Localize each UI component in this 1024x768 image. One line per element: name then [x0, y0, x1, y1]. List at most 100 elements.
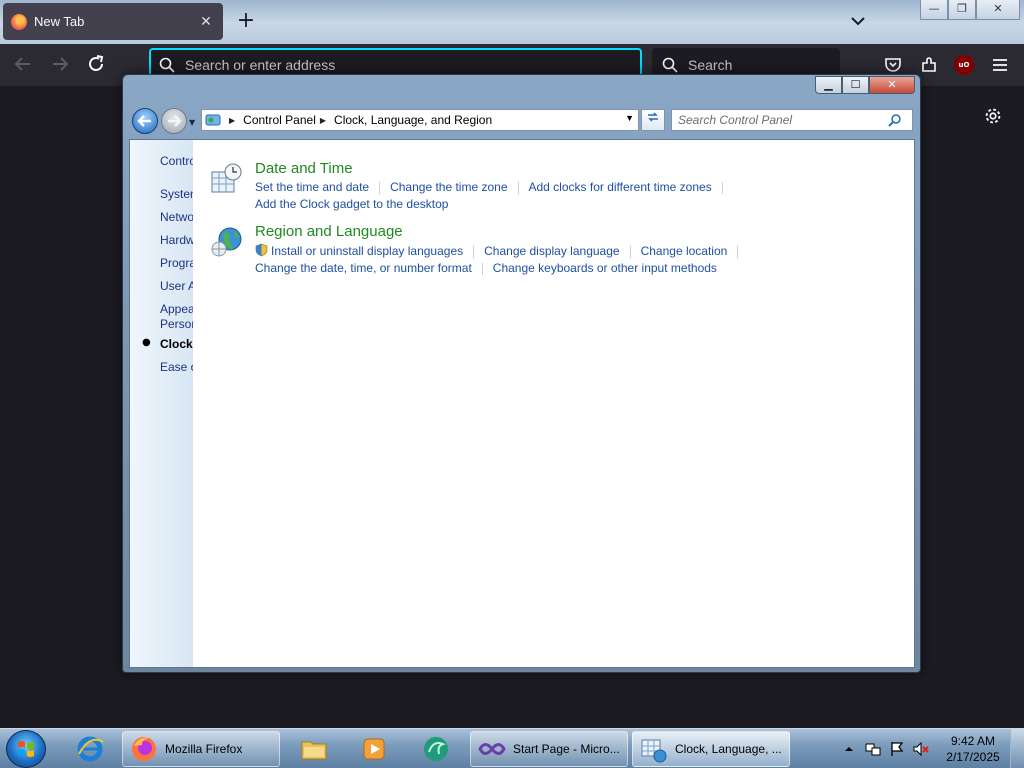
extensions-icon[interactable]	[919, 55, 939, 75]
active-bullet-icon: ●	[142, 337, 151, 348]
link-set-time-date[interactable]: Set the time and date	[255, 180, 369, 194]
link-change-keyboards[interactable]: Change keyboards or other input methods	[493, 261, 717, 275]
taskbar-app-green[interactable]	[410, 731, 462, 767]
clock-language-region-icon	[641, 739, 667, 763]
link-change-time-zone[interactable]: Change the time zone	[390, 180, 507, 194]
control-panel-content: Contro Systen Netwo Hardw Progra User A …	[129, 139, 915, 668]
sidebar-item-hardware[interactable]: Hardw	[160, 233, 193, 248]
taskbar-media-player[interactable]	[350, 731, 398, 767]
visual-studio-icon	[478, 743, 506, 755]
volume-muted-icon[interactable]	[912, 740, 930, 758]
arrow-left-icon	[137, 115, 151, 127]
start-button[interactable]	[6, 730, 46, 768]
media-player-icon	[363, 738, 385, 760]
chevron-down-icon	[851, 17, 865, 26]
task-label: Start Page - Micro...	[513, 742, 620, 756]
ublock-origin-icon[interactable]: uO	[954, 55, 974, 75]
reload-icon	[89, 55, 104, 71]
task-label: Clock, Language, ...	[675, 742, 782, 756]
sidebar: Contro Systen Netwo Hardw Progra User A …	[130, 140, 193, 667]
new-tab-button[interactable]: +	[234, 8, 258, 36]
action-center-flag-icon[interactable]	[888, 740, 906, 758]
uac-shield-icon	[255, 243, 268, 257]
internet-explorer-icon	[77, 736, 104, 762]
link-add-clocks[interactable]: Add clocks for different time zones	[529, 180, 712, 194]
recent-pages-chevron-icon[interactable]: ▼	[189, 118, 197, 127]
breadcrumb-separator-icon: ▶	[229, 115, 236, 125]
back-button[interactable]	[10, 53, 36, 77]
sidebar-item-ease-of-access[interactable]: Ease o	[160, 360, 193, 375]
link-install-display-languages[interactable]: Install or uninstall display languages	[271, 244, 463, 258]
forward-button[interactable]	[161, 108, 187, 134]
newtab-settings-gear-icon[interactable]	[982, 105, 1004, 127]
breadcrumb-separator-icon: ▶	[319, 115, 327, 125]
link-row: Add the Clock gadget to the desktop	[255, 197, 448, 211]
link-row: Change the date, time, or number format C…	[255, 261, 717, 275]
address-dropdown-icon[interactable]: ▼	[625, 113, 634, 123]
search-icon[interactable]	[888, 113, 902, 127]
taskbar-clock[interactable]: 9:42 AM 2/17/2025	[940, 733, 1006, 765]
breadcrumb-control-panel[interactable]: Control Panel	[243, 113, 316, 127]
category-title[interactable]: Date and Time	[255, 160, 353, 177]
search-icon	[662, 57, 678, 73]
list-all-tabs-button[interactable]	[848, 10, 868, 32]
sidebar-item-network[interactable]: Netwo	[160, 210, 193, 225]
hamburger-menu-icon[interactable]	[990, 55, 1010, 75]
refresh-icon	[648, 112, 658, 122]
minimize-button[interactable]: —	[920, 0, 948, 20]
close-window-button[interactable]: ✕	[976, 0, 1020, 20]
sidebar-item-appearance[interactable]: Appea	[160, 302, 193, 317]
browser-tab[interactable]: New Tab ✕	[3, 3, 223, 40]
sidebar-item-clock-language-region[interactable]: Clock,	[160, 337, 193, 352]
taskbar-file-explorer[interactable]	[290, 731, 338, 767]
control-panel-search-input[interactable]	[678, 113, 888, 127]
address-bar[interactable]: ▶ Control Panel ▶ Clock, Language, and R…	[201, 109, 639, 131]
windows-logo-icon	[18, 741, 34, 757]
link-row: Set the time and date Change the time zon…	[255, 180, 733, 194]
link-change-date-time-number-format[interactable]: Change the date, time, or number format	[255, 261, 472, 275]
restore-button[interactable]: ❐	[948, 0, 976, 20]
close-window-button[interactable]: ✕	[869, 76, 915, 94]
refresh-button[interactable]	[641, 109, 665, 131]
folder-icon	[301, 741, 327, 760]
maximize-button[interactable]: ☐	[842, 76, 869, 94]
minimize-button[interactable]: ▁	[815, 76, 842, 94]
arrow-right-icon	[168, 115, 182, 127]
tab-title: New Tab	[34, 14, 85, 29]
show-desktop-button[interactable]	[1010, 729, 1024, 768]
show-hidden-icons-icon[interactable]	[840, 740, 858, 758]
sidebar-item-programs[interactable]: Progra	[160, 256, 193, 271]
clock-date: 2/17/2025	[946, 750, 1000, 764]
reload-button[interactable]	[83, 53, 109, 77]
url-input[interactable]	[185, 57, 585, 73]
back-button[interactable]	[132, 108, 158, 134]
sidebar-item-control-panel-home[interactable]: Contro	[160, 154, 193, 169]
forward-button[interactable]	[47, 53, 73, 77]
control-panel-search[interactable]	[671, 109, 913, 131]
sidebar-item-user-accounts[interactable]: User A	[160, 279, 193, 294]
pocket-icon[interactable]	[883, 55, 903, 75]
breadcrumb-current[interactable]: Clock, Language, and Region	[334, 113, 492, 127]
browser-window-controls: — ❐ ✕	[920, 0, 1020, 20]
link-add-clock-gadget[interactable]: Add the Clock gadget to the desktop	[255, 197, 448, 211]
link-divider	[737, 245, 739, 258]
arrow-right-icon	[53, 57, 69, 71]
browser-search-input[interactable]	[688, 57, 838, 73]
link-divider	[481, 262, 483, 275]
taskbar: Mozilla Firefox Start Page - Micro... Cl…	[0, 728, 1024, 768]
taskbar-firefox[interactable]: Mozilla Firefox	[122, 731, 280, 767]
sidebar-item-personalization[interactable]: Person	[160, 317, 193, 332]
link-divider	[379, 181, 381, 194]
close-tab-icon[interactable]: ✕	[197, 14, 215, 30]
link-change-display-language[interactable]: Change display language	[484, 244, 619, 258]
sidebar-item-system-security[interactable]: Systen	[160, 187, 193, 202]
link-change-location[interactable]: Change location	[641, 244, 728, 258]
window-controls: ▁ ☐ ✕	[815, 76, 915, 94]
category-title[interactable]: Region and Language	[255, 223, 403, 240]
link-divider	[473, 245, 475, 258]
network-icon[interactable]	[864, 740, 882, 758]
taskbar-visual-studio[interactable]: Start Page - Micro...	[470, 731, 628, 767]
taskbar-control-panel[interactable]: Clock, Language, ...	[632, 731, 790, 767]
link-row: Install or uninstall display languages Ch…	[255, 243, 748, 258]
taskbar-internet-explorer[interactable]	[66, 731, 114, 767]
